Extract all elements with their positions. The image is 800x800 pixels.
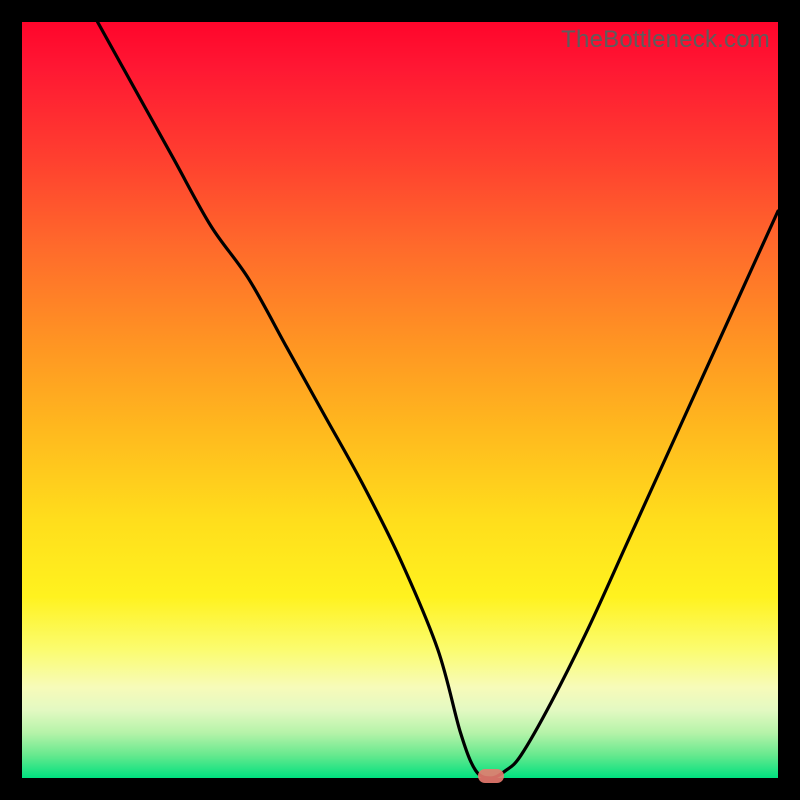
plot-area: TheBottleneck.com (22, 22, 778, 778)
bottleneck-curve (22, 22, 778, 778)
optimal-marker (478, 769, 504, 783)
chart-frame: TheBottleneck.com (0, 0, 800, 800)
